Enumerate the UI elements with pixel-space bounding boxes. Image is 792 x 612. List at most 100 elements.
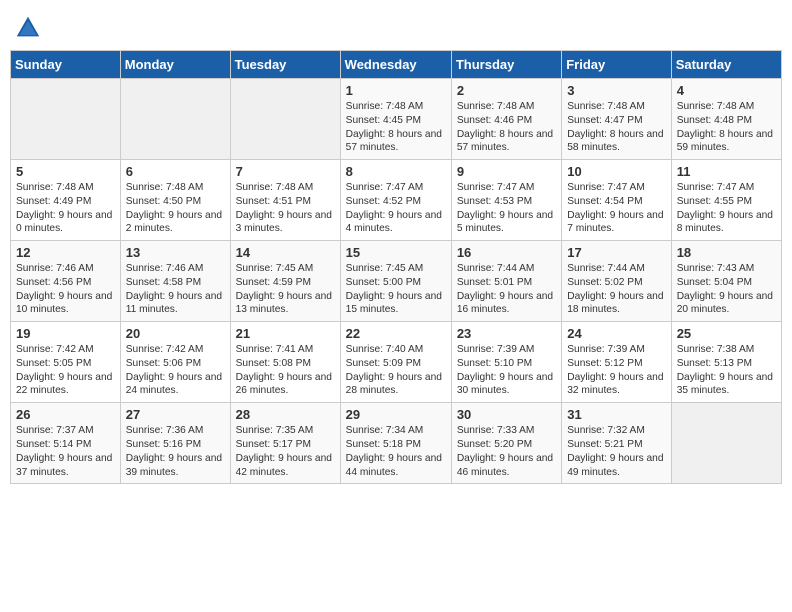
day-number: 4 (677, 83, 776, 98)
calendar-cell: 17 Sunrise: 7:44 AM Sunset: 5:02 PM Dayli… (562, 241, 671, 322)
calendar-table: SundayMondayTuesdayWednesdayThursdayFrid… (10, 50, 782, 484)
cell-content: Sunrise: 7:48 AM Sunset: 4:48 PM Dayligh… (677, 100, 776, 155)
calendar-cell: 28 Sunrise: 7:35 AM Sunset: 5:17 PM Dayli… (230, 403, 340, 484)
calendar-cell: 9 Sunrise: 7:47 AM Sunset: 4:53 PM Daylig… (451, 160, 561, 241)
calendar-week-row: 19 Sunrise: 7:42 AM Sunset: 5:05 PM Dayli… (11, 322, 782, 403)
cell-content: Sunrise: 7:42 AM Sunset: 5:06 PM Dayligh… (126, 343, 225, 398)
calendar-cell: 10 Sunrise: 7:47 AM Sunset: 4:54 PM Dayli… (562, 160, 671, 241)
calendar-cell: 11 Sunrise: 7:47 AM Sunset: 4:55 PM Dayli… (671, 160, 781, 241)
calendar-cell: 16Sunrise: 7:44 AM Sunset: 5:01 PM Dayli… (451, 241, 561, 322)
day-number: 22 (346, 326, 446, 341)
calendar-cell: 7 Sunrise: 7:48 AM Sunset: 4:51 PM Daylig… (230, 160, 340, 241)
calendar-cell: 14 Sunrise: 7:45 AM Sunset: 4:59 PM Dayli… (230, 241, 340, 322)
weekday-header: Thursday (451, 51, 561, 79)
day-number: 5 (16, 164, 115, 179)
calendar-cell: 2Sunrise: 7:48 AM Sunset: 4:46 PM Daylig… (451, 79, 561, 160)
cell-content: Sunrise: 7:45 AM Sunset: 5:00 PM Dayligh… (346, 262, 446, 317)
cell-content: Sunrise: 7:42 AM Sunset: 5:05 PM Dayligh… (16, 343, 115, 398)
page-header (10, 10, 782, 42)
cell-content: Sunrise: 7:48 AM Sunset: 4:51 PM Dayligh… (236, 181, 335, 236)
day-number: 19 (16, 326, 115, 341)
cell-content: Sunrise: 7:43 AM Sunset: 5:04 PM Dayligh… (677, 262, 776, 317)
calendar-header-row: SundayMondayTuesdayWednesdayThursdayFrid… (11, 51, 782, 79)
calendar-week-row: 26 Sunrise: 7:37 AM Sunset: 5:14 PM Dayli… (11, 403, 782, 484)
cell-content: Sunrise: 7:46 AM Sunset: 4:58 PM Dayligh… (126, 262, 225, 317)
cell-content: Sunrise: 7:47 AM Sunset: 4:53 PM Dayligh… (457, 181, 556, 236)
day-number: 31 (567, 407, 665, 422)
day-number: 6 (126, 164, 225, 179)
calendar-cell: 29 Sunrise: 7:34 AM Sunset: 5:18 PM Dayli… (340, 403, 451, 484)
weekday-header: Monday (120, 51, 230, 79)
day-number: 23 (457, 326, 556, 341)
weekday-header: Sunday (11, 51, 121, 79)
day-number: 28 (236, 407, 335, 422)
calendar-cell: 6 Sunrise: 7:48 AM Sunset: 4:50 PM Daylig… (120, 160, 230, 241)
calendar-cell: 4 Sunrise: 7:48 AM Sunset: 4:48 PM Daylig… (671, 79, 781, 160)
calendar-week-row: 5 Sunrise: 7:48 AM Sunset: 4:49 PM Daylig… (11, 160, 782, 241)
day-number: 18 (677, 245, 776, 260)
calendar-cell: 12Sunrise: 7:46 AM Sunset: 4:56 PM Dayli… (11, 241, 121, 322)
logo-icon (14, 14, 42, 42)
day-number: 10 (567, 164, 665, 179)
day-number: 29 (346, 407, 446, 422)
day-number: 17 (567, 245, 665, 260)
cell-content: Sunrise: 7:33 AM Sunset: 5:20 PM Dayligh… (457, 424, 556, 479)
day-number: 1 (346, 83, 446, 98)
calendar-cell: 8Sunrise: 7:47 AM Sunset: 4:52 PM Daylig… (340, 160, 451, 241)
calendar-week-row: 1 Sunrise: 7:48 AM Sunset: 4:45 PM Daylig… (11, 79, 782, 160)
day-number: 8 (346, 164, 446, 179)
cell-content: Sunrise: 7:48 AM Sunset: 4:50 PM Dayligh… (126, 181, 225, 236)
day-number: 7 (236, 164, 335, 179)
cell-content: Sunrise: 7:44 AM Sunset: 5:01 PM Dayligh… (457, 262, 556, 317)
cell-content: Sunrise: 7:41 AM Sunset: 5:08 PM Dayligh… (236, 343, 335, 398)
calendar-cell: 1 Sunrise: 7:48 AM Sunset: 4:45 PM Daylig… (340, 79, 451, 160)
day-number: 27 (126, 407, 225, 422)
day-number: 3 (567, 83, 665, 98)
calendar-cell (230, 79, 340, 160)
calendar-cell: 13 Sunrise: 7:46 AM Sunset: 4:58 PM Dayli… (120, 241, 230, 322)
cell-content: Sunrise: 7:47 AM Sunset: 4:54 PM Dayligh… (567, 181, 665, 236)
calendar-cell: 25Sunrise: 7:38 AM Sunset: 5:13 PM Dayli… (671, 322, 781, 403)
cell-content: Sunrise: 7:35 AM Sunset: 5:17 PM Dayligh… (236, 424, 335, 479)
calendar-cell (671, 403, 781, 484)
cell-content: Sunrise: 7:37 AM Sunset: 5:14 PM Dayligh… (16, 424, 115, 479)
cell-content: Sunrise: 7:39 AM Sunset: 5:10 PM Dayligh… (457, 343, 556, 398)
calendar-cell: 20 Sunrise: 7:42 AM Sunset: 5:06 PM Dayli… (120, 322, 230, 403)
cell-content: Sunrise: 7:47 AM Sunset: 4:55 PM Dayligh… (677, 181, 776, 236)
weekday-header: Saturday (671, 51, 781, 79)
cell-content: Sunrise: 7:44 AM Sunset: 5:02 PM Dayligh… (567, 262, 665, 317)
calendar-cell: 23 Sunrise: 7:39 AM Sunset: 5:10 PM Dayli… (451, 322, 561, 403)
day-number: 11 (677, 164, 776, 179)
weekday-header: Friday (562, 51, 671, 79)
day-number: 2 (457, 83, 556, 98)
day-number: 20 (126, 326, 225, 341)
cell-content: Sunrise: 7:48 AM Sunset: 4:49 PM Dayligh… (16, 181, 115, 236)
weekday-header: Tuesday (230, 51, 340, 79)
calendar-cell: 31Sunrise: 7:32 AM Sunset: 5:21 PM Dayli… (562, 403, 671, 484)
day-number: 13 (126, 245, 225, 260)
calendar-body: 1 Sunrise: 7:48 AM Sunset: 4:45 PM Daylig… (11, 79, 782, 484)
cell-content: Sunrise: 7:40 AM Sunset: 5:09 PM Dayligh… (346, 343, 446, 398)
calendar-cell (11, 79, 121, 160)
cell-content: Sunrise: 7:34 AM Sunset: 5:18 PM Dayligh… (346, 424, 446, 479)
day-number: 25 (677, 326, 776, 341)
cell-content: Sunrise: 7:36 AM Sunset: 5:16 PM Dayligh… (126, 424, 225, 479)
calendar-cell: 15Sunrise: 7:45 AM Sunset: 5:00 PM Dayli… (340, 241, 451, 322)
cell-content: Sunrise: 7:48 AM Sunset: 4:45 PM Dayligh… (346, 100, 446, 155)
calendar-cell: 3 Sunrise: 7:48 AM Sunset: 4:47 PM Daylig… (562, 79, 671, 160)
cell-content: Sunrise: 7:45 AM Sunset: 4:59 PM Dayligh… (236, 262, 335, 317)
calendar-cell: 18 Sunrise: 7:43 AM Sunset: 5:04 PM Dayli… (671, 241, 781, 322)
calendar-cell: 24 Sunrise: 7:39 AM Sunset: 5:12 PM Dayli… (562, 322, 671, 403)
day-number: 24 (567, 326, 665, 341)
cell-content: Sunrise: 7:39 AM Sunset: 5:12 PM Dayligh… (567, 343, 665, 398)
day-number: 14 (236, 245, 335, 260)
day-number: 26 (16, 407, 115, 422)
calendar-cell: 27 Sunrise: 7:36 AM Sunset: 5:16 PM Dayli… (120, 403, 230, 484)
day-number: 30 (457, 407, 556, 422)
calendar-week-row: 12Sunrise: 7:46 AM Sunset: 4:56 PM Dayli… (11, 241, 782, 322)
day-number: 9 (457, 164, 556, 179)
calendar-cell: 30 Sunrise: 7:33 AM Sunset: 5:20 PM Dayli… (451, 403, 561, 484)
day-number: 21 (236, 326, 335, 341)
cell-content: Sunrise: 7:48 AM Sunset: 4:47 PM Dayligh… (567, 100, 665, 155)
calendar-cell: 5 Sunrise: 7:48 AM Sunset: 4:49 PM Daylig… (11, 160, 121, 241)
